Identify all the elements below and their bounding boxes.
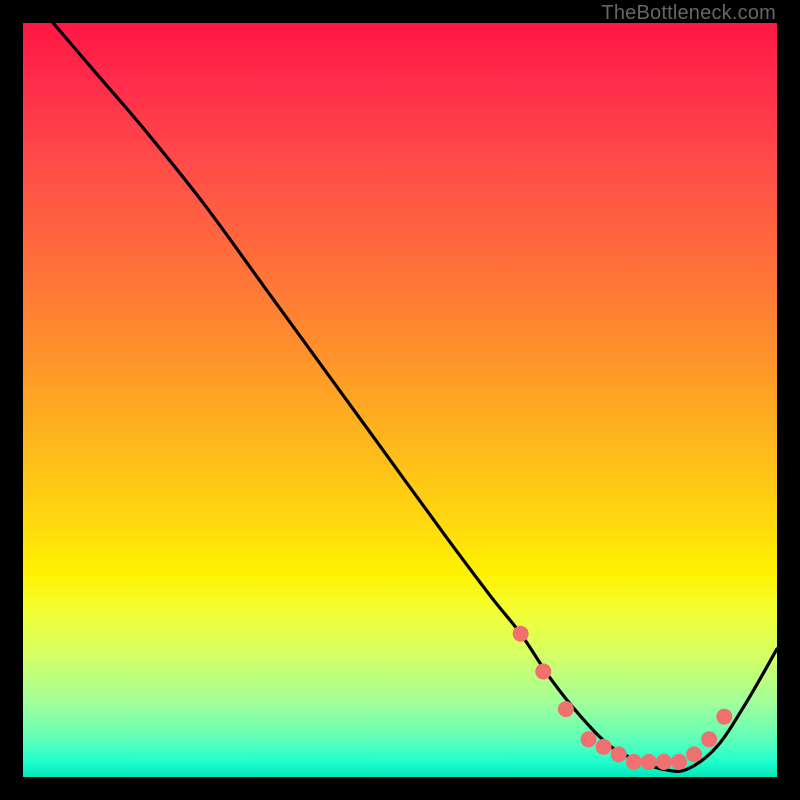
chart-svg — [23, 23, 777, 777]
attribution-text: TheBottleneck.com — [601, 2, 776, 25]
marker-dot — [656, 754, 672, 770]
plot-area — [23, 23, 777, 777]
marker-dot — [611, 746, 627, 762]
marker-dot — [558, 701, 574, 717]
marker-dot — [716, 709, 732, 725]
marker-dot — [535, 663, 551, 679]
marker-dot — [626, 754, 642, 770]
marker-dot — [581, 731, 597, 747]
marker-dot — [701, 731, 717, 747]
outer-frame: TheBottleneck.com — [0, 0, 800, 800]
marker-dot — [596, 739, 612, 755]
marker-dot — [686, 746, 702, 762]
marker-group — [513, 626, 733, 770]
curve-line — [53, 23, 777, 771]
marker-dot — [671, 754, 687, 770]
marker-dot — [513, 626, 529, 642]
marker-dot — [641, 754, 657, 770]
